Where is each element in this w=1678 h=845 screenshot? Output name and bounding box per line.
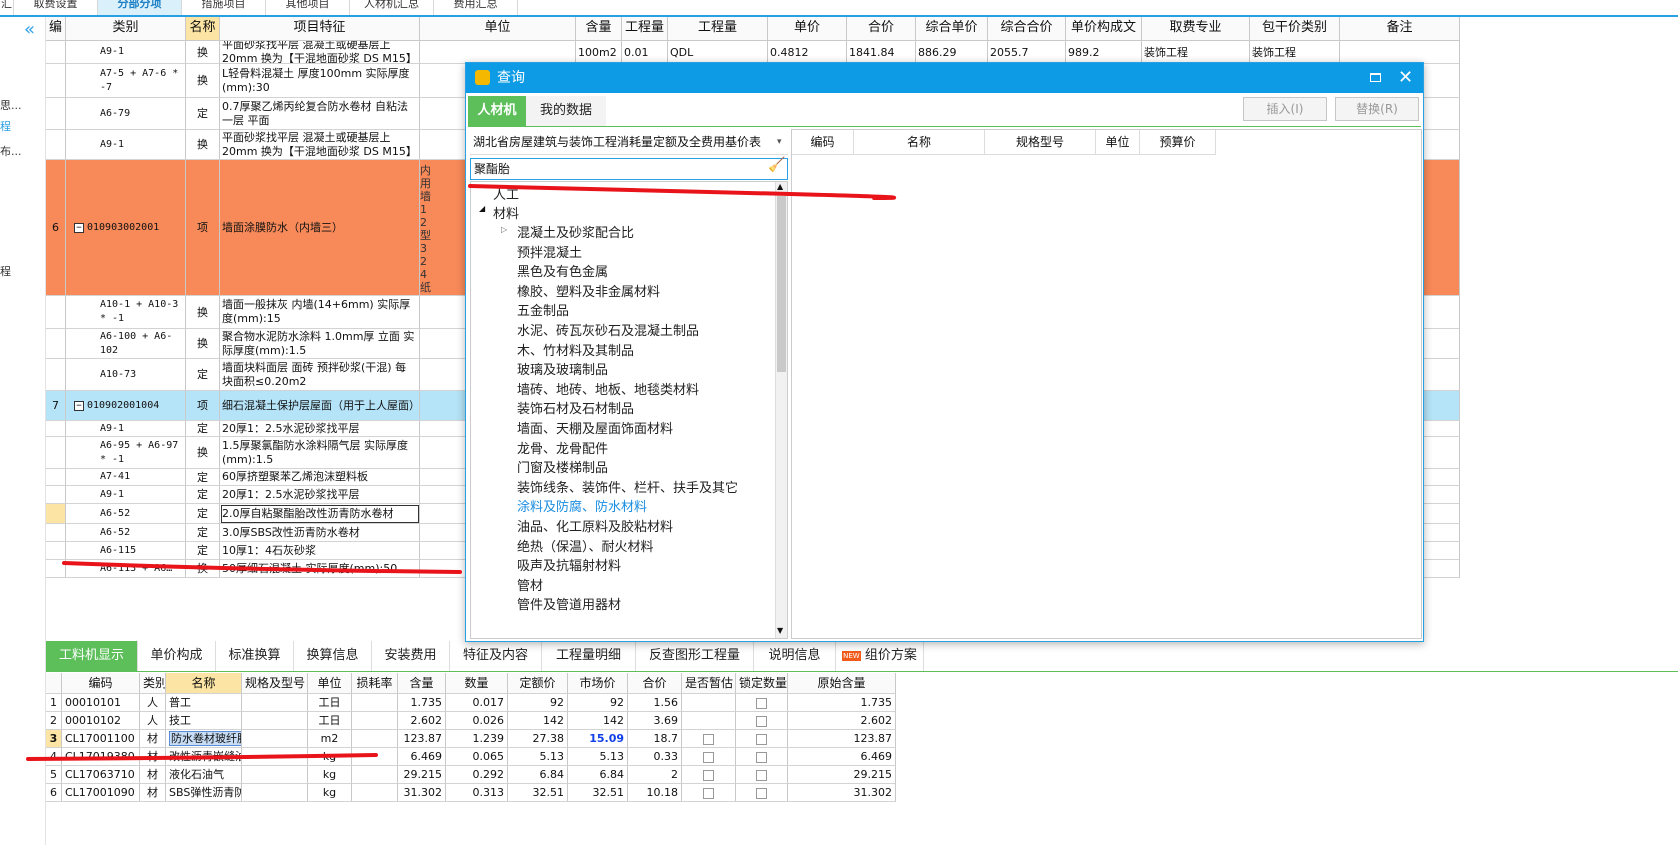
red-annotation-strokes xyxy=(26,184,897,761)
